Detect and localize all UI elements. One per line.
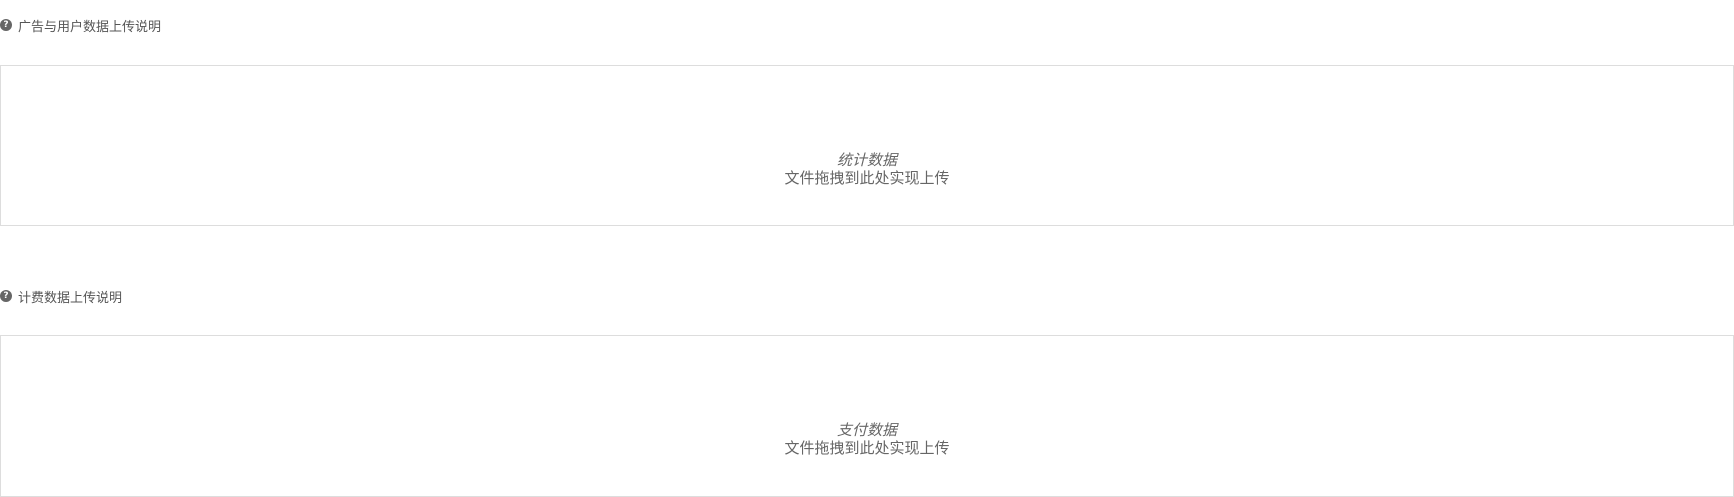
dropzone-title: 支付数据 bbox=[836, 421, 897, 439]
dropzone-hint: 文件拖拽到此处实现上传 bbox=[784, 439, 950, 457]
dropzone-hint: 文件拖拽到此处实现上传 bbox=[784, 169, 950, 187]
ad-user-upload-help[interactable]: ? 广告与用户数据上传说明 bbox=[0, 15, 161, 35]
question-circle-icon[interactable]: ? bbox=[0, 19, 12, 31]
billing-upload-help[interactable]: ? 计费数据上传说明 bbox=[0, 286, 122, 306]
dropzone-title: 统计数据 bbox=[836, 151, 897, 169]
ad-user-upload-help-label: 广告与用户数据上传说明 bbox=[18, 19, 162, 35]
question-circle-icon[interactable]: ? bbox=[0, 290, 12, 302]
billing-upload-help-label: 计费数据上传说明 bbox=[18, 290, 123, 306]
dropzone-text: 支付数据 文件拖拽到此处实现上传 bbox=[1, 421, 1733, 457]
dropzone-text: 统计数据 文件拖拽到此处实现上传 bbox=[1, 151, 1733, 187]
payment-data-dropzone[interactable]: 支付数据 文件拖拽到此处实现上传 bbox=[0, 335, 1734, 497]
stats-data-dropzone[interactable]: 统计数据 文件拖拽到此处实现上传 bbox=[0, 65, 1734, 226]
